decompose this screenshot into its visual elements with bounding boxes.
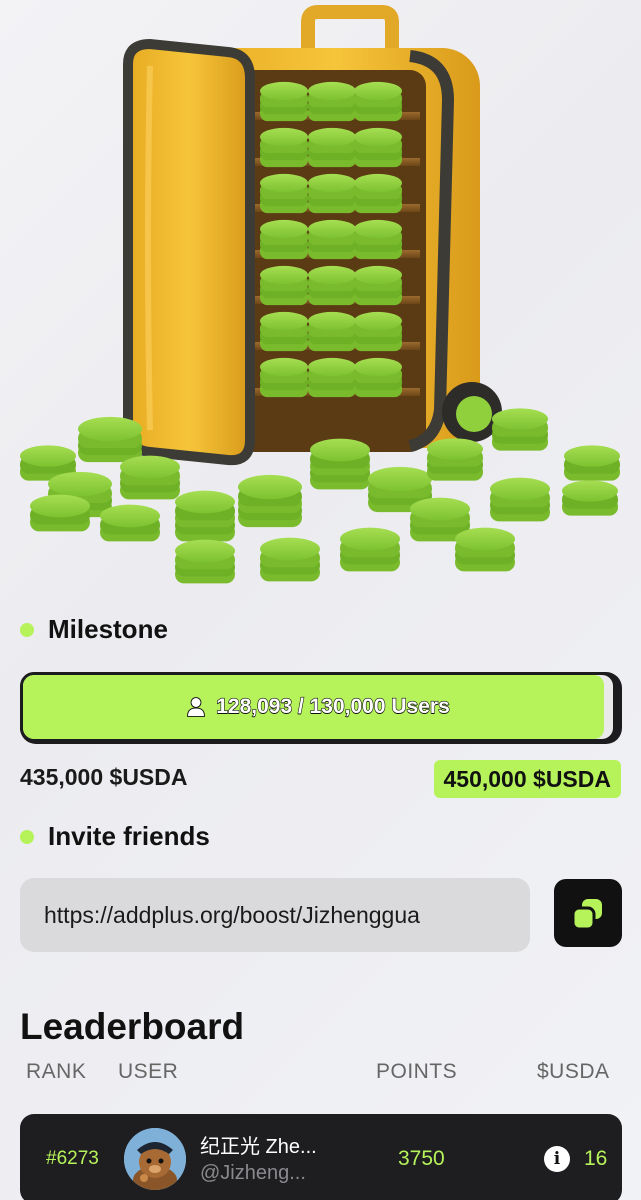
row-rank: #6273 <box>46 1148 99 1169</box>
invite-link-text: https://addplus.org/boost/Jizhenggua <box>44 901 420 928</box>
user-icon <box>187 697 206 717</box>
bullet-dot-icon <box>20 622 34 637</box>
invite-title: Invite friends <box>48 821 210 851</box>
leaderboard-row[interactable]: #6273 纪正光 Zhe... @Jizheng... 3750 i 16 <box>20 1114 622 1200</box>
avatar-icon <box>124 1128 186 1190</box>
copy-link-button[interactable] <box>554 879 622 947</box>
progress-label: 128,093 / 130,000 Users <box>216 694 451 718</box>
copy-icon <box>571 899 602 931</box>
current-reward: 435,000 $USDA <box>20 764 188 790</box>
invite-heading: Invite friends <box>20 821 210 852</box>
row-user-handle: @Jizheng... <box>200 1162 306 1184</box>
info-icon[interactable]: i <box>544 1146 570 1172</box>
row-usda: 16 <box>584 1147 608 1170</box>
row-user-name: 纪正光 Zhe... <box>200 1136 317 1158</box>
leaderboard-title: Leaderboard <box>20 1006 245 1047</box>
column-rank: RANK <box>26 1060 87 1083</box>
hero-illustration <box>0 0 641 600</box>
row-points: 3750 <box>398 1147 445 1170</box>
milestone-title: Milestone <box>48 614 168 644</box>
column-usda: $USDA <box>537 1060 610 1083</box>
invite-link-field[interactable]: https://addplus.org/boost/Jizhenggua <box>20 878 530 952</box>
milestone-heading: Milestone <box>20 614 168 645</box>
next-reward-badge: 450,000 $USDA <box>433 760 621 798</box>
column-user: USER <box>118 1060 179 1083</box>
milestone-progress-bar: 128,093 / 130,000 Users <box>20 672 622 744</box>
avatar[interactable] <box>124 1128 186 1190</box>
column-points: POINTS <box>376 1060 458 1083</box>
bullet-dot-icon <box>20 829 34 844</box>
